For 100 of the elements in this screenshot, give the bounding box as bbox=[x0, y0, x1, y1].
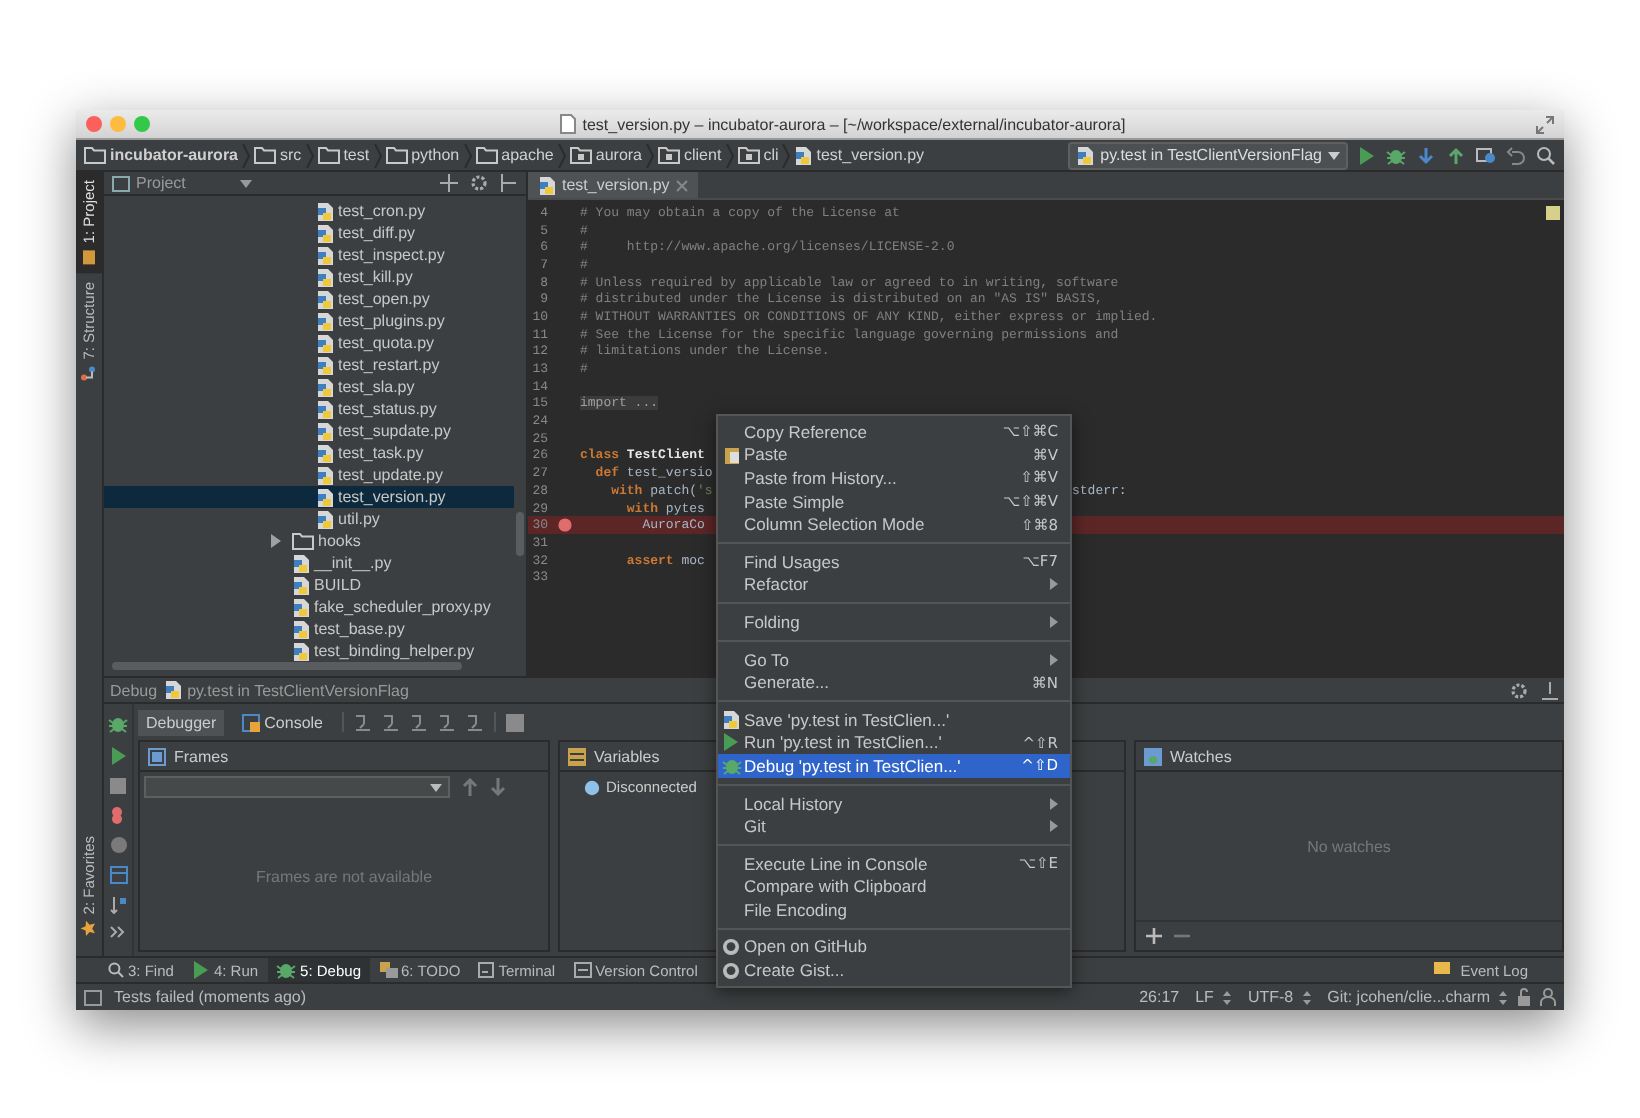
tree-item[interactable]: test_inspect.py bbox=[104, 244, 514, 267]
crosshair-icon[interactable] bbox=[440, 174, 458, 193]
tree-item[interactable]: test_open.py bbox=[104, 288, 514, 311]
python-file-icon bbox=[316, 333, 334, 354]
menu-item[interactable]: File Encoding bbox=[718, 898, 1070, 922]
python-file-icon bbox=[316, 355, 334, 376]
menu-item[interactable]: Git bbox=[718, 814, 1070, 838]
tree-item[interactable]: test_restart.py bbox=[104, 354, 514, 377]
pin-icon[interactable] bbox=[500, 174, 518, 193]
menu-item[interactable]: Refactor bbox=[718, 573, 1070, 597]
table-icon[interactable] bbox=[505, 713, 523, 731]
breadcrumb[interactable]: test bbox=[317, 146, 370, 164]
tree-item[interactable]: test_binding_helper.py bbox=[104, 640, 514, 663]
undo-icon[interactable] bbox=[1506, 145, 1526, 165]
arrow-up-icon[interactable] bbox=[1446, 145, 1466, 165]
fullscreen-icon[interactable] bbox=[1536, 115, 1554, 133]
tree-item[interactable]: test_base.py bbox=[104, 618, 514, 641]
star-icon bbox=[81, 920, 97, 936]
double-chevron-icon[interactable] bbox=[110, 926, 126, 938]
line-separator[interactable]: LF bbox=[1195, 988, 1214, 1006]
breakpoints-icon[interactable] bbox=[109, 806, 127, 824]
arrow-down-icon[interactable] bbox=[490, 778, 506, 796]
mute-icon[interactable] bbox=[109, 836, 127, 854]
breadcrumb[interactable]: cli bbox=[737, 146, 779, 164]
document-icon bbox=[560, 114, 577, 134]
run-configuration-dropdown[interactable]: py.test in TestClientVersionFlag bbox=[1068, 141, 1348, 169]
python-icon bbox=[722, 709, 740, 730]
sort-icon[interactable] bbox=[109, 896, 127, 914]
folder-icon bbox=[81, 249, 97, 266]
breadcrumb[interactable]: client bbox=[658, 146, 722, 164]
tree-item[interactable]: __init__.py bbox=[104, 552, 514, 575]
breadcrumb[interactable]: python bbox=[385, 146, 460, 164]
tree-item[interactable]: test_cron.py bbox=[104, 200, 514, 223]
tree-item[interactable]: test_quota.py bbox=[104, 332, 514, 355]
menu-item[interactable]: Save 'py.test in TestClien...' bbox=[718, 707, 1070, 732]
tree-item[interactable]: test_status.py bbox=[104, 398, 514, 421]
caret-right-icon[interactable] bbox=[270, 534, 282, 549]
terminal-icon bbox=[478, 962, 495, 978]
frames-icon bbox=[148, 747, 166, 765]
close-button[interactable] bbox=[86, 116, 102, 132]
tree-item[interactable]: fake_scheduler_proxy.py bbox=[104, 596, 514, 619]
arrow-up-icon[interactable] bbox=[462, 778, 478, 796]
search-icon bbox=[108, 962, 124, 978]
vcs-branch[interactable]: Git: jcohen/clie...charm bbox=[1327, 988, 1490, 1006]
caret-down-icon bbox=[1328, 151, 1340, 159]
bug-icon bbox=[721, 755, 741, 776]
file-encoding[interactable]: UTF-8 bbox=[1247, 988, 1294, 1006]
bug-icon bbox=[276, 960, 297, 980]
square-icon[interactable] bbox=[84, 989, 102, 1005]
menu-item[interactable]: Go To bbox=[718, 647, 1070, 671]
tree-item[interactable]: test_kill.py bbox=[104, 266, 514, 289]
breadcrumb[interactable]: apache bbox=[475, 146, 554, 164]
tree-item[interactable]: BUILD bbox=[104, 574, 514, 597]
lock-icon[interactable] bbox=[1516, 988, 1532, 1006]
zoom-button[interactable] bbox=[134, 116, 150, 132]
menu-item[interactable]: Create Gist... bbox=[718, 958, 1070, 982]
tree-item[interactable]: test_version.py bbox=[104, 486, 514, 509]
caret-position[interactable]: 26:17 bbox=[1139, 988, 1180, 1006]
breadcrumb[interactable]: aurora bbox=[569, 146, 642, 164]
tree-item[interactable]: test_plugins.py bbox=[104, 310, 514, 333]
close-icon[interactable] bbox=[675, 179, 688, 191]
tree-item[interactable]: test_diff.py bbox=[104, 222, 514, 245]
person-icon[interactable] bbox=[1540, 988, 1556, 1006]
panel-title: Frames bbox=[174, 747, 229, 765]
caret-down-icon bbox=[430, 783, 442, 791]
menu-item[interactable]: Compare with Clipboard bbox=[718, 875, 1070, 899]
menu-item[interactable]: Local History bbox=[718, 791, 1070, 815]
plus-icon[interactable] bbox=[1146, 928, 1162, 944]
menu-item[interactable]: Open on GitHub bbox=[718, 935, 1070, 959]
minimize-icon[interactable] bbox=[1542, 681, 1558, 699]
tree-item[interactable]: test_sla.py bbox=[104, 376, 514, 399]
tree-item[interactable]: test_supdate.py bbox=[104, 420, 514, 443]
arrow-down-icon[interactable] bbox=[1416, 145, 1436, 165]
layout-icon[interactable] bbox=[109, 866, 127, 884]
project-view-dropdown[interactable]: Project bbox=[112, 174, 252, 193]
search-icon[interactable] bbox=[1536, 145, 1556, 165]
gear-icon[interactable] bbox=[470, 174, 488, 193]
tree-item[interactable]: hooks bbox=[104, 530, 514, 553]
folder-icon bbox=[84, 146, 106, 164]
menu-item[interactable]: Folding bbox=[718, 610, 1070, 634]
breadcrumb[interactable]: src bbox=[254, 146, 302, 164]
breakpoint-icon[interactable] bbox=[557, 518, 571, 533]
breadcrumb[interactable]: test_version.py bbox=[794, 145, 925, 165]
tree-item[interactable]: util.py bbox=[104, 508, 514, 531]
debug-tab[interactable]: Console bbox=[234, 709, 331, 735]
editor-tab[interactable]: test_version.py bbox=[528, 172, 698, 198]
gear-icon[interactable] bbox=[1510, 681, 1530, 699]
empty-message: No watches bbox=[1307, 837, 1391, 855]
breadcrumb[interactable]: incubator-aurora bbox=[84, 146, 239, 164]
python-file-icon bbox=[316, 487, 334, 508]
folder-icon bbox=[292, 532, 314, 551]
python-icon bbox=[163, 680, 182, 700]
python-file-icon bbox=[292, 641, 310, 662]
list-icon bbox=[568, 747, 586, 765]
clipboard-icon bbox=[723, 445, 739, 464]
debug-tab[interactable]: Debugger bbox=[138, 709, 225, 735]
scrollbar[interactable] bbox=[112, 662, 462, 671]
up-down-arrows-icon bbox=[1498, 989, 1508, 1005]
tree-item[interactable]: test_task.py bbox=[104, 442, 514, 465]
tree-item[interactable]: test_update.py bbox=[104, 464, 514, 487]
